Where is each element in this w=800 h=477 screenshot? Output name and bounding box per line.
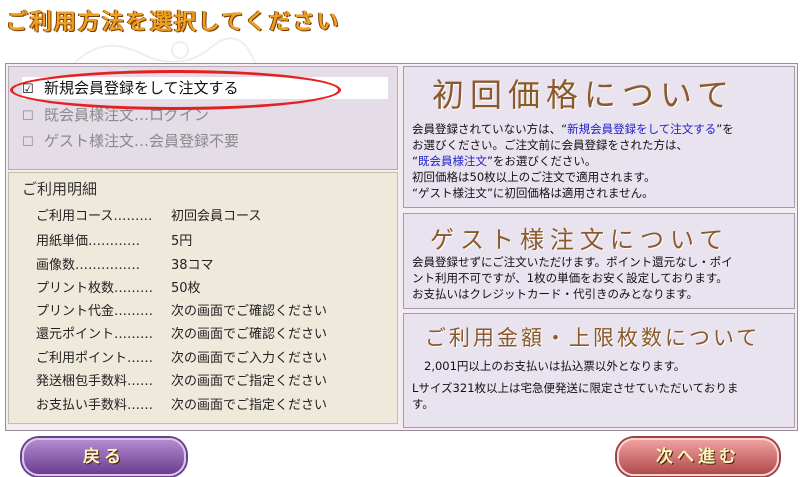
guest-order-text: 会員登録せずにご注文いただけます。ポイント還元なし・ポイ ント利用不可ですが、1… xyxy=(412,255,733,301)
next-button[interactable]: 次へ進む xyxy=(617,438,779,476)
link-new-member[interactable]: 新規会員登録をして注文する xyxy=(567,122,716,136)
guest-order-heading: ゲスト様注文について xyxy=(430,226,730,254)
option-guest-label: ゲスト様注文…会員登録不要 xyxy=(44,132,240,150)
detail-row: ご利用ポイント…… 次の画面でご入力ください xyxy=(36,351,328,366)
checkbox-icon[interactable]: ☐ xyxy=(22,132,36,154)
link-existing-member[interactable]: 既会員様注文 xyxy=(418,154,487,168)
detail-row: ご利用コース……… 初回会員コース xyxy=(36,209,262,224)
detail-row: 用紙単価………… 5円 xyxy=(36,234,193,249)
detail-row: お支払い手数料…… 次の画面でご指定ください xyxy=(36,398,328,413)
option-guest[interactable]: ☐ ゲスト様注文…会員登録不要 xyxy=(22,130,239,152)
first-time-price-text: 会員登録されていない方は、“新規会員登録をして注文する”を お選びください。ご注… xyxy=(412,122,734,200)
amount-limit-text-1: 2,001円以上のお支払いは払込票以外となります。 xyxy=(424,359,686,373)
amount-limit-heading: ご利用金額・上限枚数について xyxy=(425,326,761,350)
detail-row: 画像数…………… 38コマ xyxy=(36,258,214,273)
checkbox-icon[interactable]: ☐ xyxy=(22,106,36,128)
detail-row: 還元ポイント……… 次の画面でご確認ください xyxy=(36,327,328,342)
first-time-price-heading: 初回価格について xyxy=(432,76,736,114)
usage-details-title: ご利用明細 xyxy=(22,180,98,198)
selection-highlight-oval xyxy=(10,70,341,110)
detail-row: プリント代金……… 次の画面でご確認ください xyxy=(36,304,328,319)
detail-row: プリント枚数……… 50枚 xyxy=(36,281,201,296)
back-button[interactable]: 戻る xyxy=(22,438,186,476)
amount-limit-text-2: Lサイズ321枚以上は宅急便発送に限定させていただいておりま す。 xyxy=(412,381,739,411)
detail-row: 発送梱包手数料…… 次の画面でご指定ください xyxy=(36,374,328,389)
